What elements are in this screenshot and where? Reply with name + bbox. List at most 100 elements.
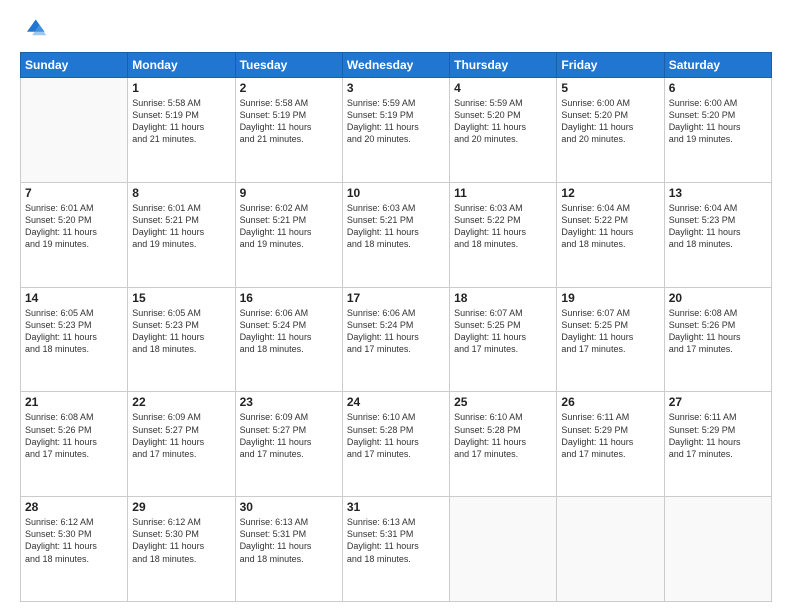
calendar-cell: 28 Sunrise: 6:12 AM Sunset: 5:30 PM Dayli… bbox=[21, 497, 128, 602]
calendar-cell bbox=[557, 497, 664, 602]
day-number: 13 bbox=[669, 186, 767, 200]
calendar-cell: 25 Sunrise: 6:10 AM Sunset: 5:28 PM Dayli… bbox=[450, 392, 557, 497]
calendar-table: SundayMondayTuesdayWednesdayThursdayFrid… bbox=[20, 52, 772, 602]
weekday-header: Monday bbox=[128, 53, 235, 78]
calendar-cell: 1Sunrise: 5:58 AM Sunset: 5:19 PM Daylig… bbox=[128, 78, 235, 183]
day-number: 29 bbox=[132, 500, 230, 514]
day-detail: Sunrise: 6:03 AM Sunset: 5:21 PM Dayligh… bbox=[347, 202, 445, 251]
calendar-week-row: 21 Sunrise: 6:08 AM Sunset: 5:26 PM Dayli… bbox=[21, 392, 772, 497]
calendar-cell bbox=[21, 78, 128, 183]
weekday-header: Thursday bbox=[450, 53, 557, 78]
weekday-header: Sunday bbox=[21, 53, 128, 78]
day-number: 16 bbox=[240, 291, 338, 305]
day-detail: Sunrise: 6:11 AM Sunset: 5:29 PM Dayligh… bbox=[561, 411, 659, 460]
calendar-cell: 14 Sunrise: 6:05 AM Sunset: 5:23 PM Dayli… bbox=[21, 287, 128, 392]
page: SundayMondayTuesdayWednesdayThursdayFrid… bbox=[0, 0, 792, 612]
day-number: 11 bbox=[454, 186, 552, 200]
day-detail: Sunrise: 6:04 AM Sunset: 5:22 PM Dayligh… bbox=[561, 202, 659, 251]
day-detail: Sunrise: 6:05 AM Sunset: 5:23 PM Dayligh… bbox=[132, 307, 230, 356]
day-number: 4 bbox=[454, 81, 552, 95]
calendar-cell: 23 Sunrise: 6:09 AM Sunset: 5:27 PM Dayli… bbox=[235, 392, 342, 497]
logo-icon bbox=[20, 16, 48, 44]
calendar-cell: 4 Sunrise: 5:59 AM Sunset: 5:20 PM Daylig… bbox=[450, 78, 557, 183]
day-detail: Sunrise: 6:04 AM Sunset: 5:23 PM Dayligh… bbox=[669, 202, 767, 251]
day-detail: Sunrise: 6:07 AM Sunset: 5:25 PM Dayligh… bbox=[561, 307, 659, 356]
day-detail: Sunrise: 6:01 AM Sunset: 5:20 PM Dayligh… bbox=[25, 202, 123, 251]
day-number: 22 bbox=[132, 395, 230, 409]
day-detail: Sunrise: 6:05 AM Sunset: 5:23 PM Dayligh… bbox=[25, 307, 123, 356]
day-number: 30 bbox=[240, 500, 338, 514]
day-number: 6 bbox=[669, 81, 767, 95]
calendar-cell: 29 Sunrise: 6:12 AM Sunset: 5:30 PM Dayli… bbox=[128, 497, 235, 602]
day-number: 26 bbox=[561, 395, 659, 409]
day-number: 2 bbox=[240, 81, 338, 95]
calendar-cell: 27Sunrise: 6:11 AM Sunset: 5:29 PM Dayli… bbox=[664, 392, 771, 497]
calendar-week-row: 7 Sunrise: 6:01 AM Sunset: 5:20 PM Daylig… bbox=[21, 182, 772, 287]
calendar-cell: 7 Sunrise: 6:01 AM Sunset: 5:20 PM Daylig… bbox=[21, 182, 128, 287]
day-detail: Sunrise: 6:08 AM Sunset: 5:26 PM Dayligh… bbox=[25, 411, 123, 460]
calendar-cell: 31 Sunrise: 6:13 AM Sunset: 5:31 PM Dayli… bbox=[342, 497, 449, 602]
calendar-cell: 13 Sunrise: 6:04 AM Sunset: 5:23 PM Dayli… bbox=[664, 182, 771, 287]
calendar-cell: 18Sunrise: 6:07 AM Sunset: 5:25 PM Dayli… bbox=[450, 287, 557, 392]
day-detail: Sunrise: 5:59 AM Sunset: 5:20 PM Dayligh… bbox=[454, 97, 552, 146]
calendar-cell: 24Sunrise: 6:10 AM Sunset: 5:28 PM Dayli… bbox=[342, 392, 449, 497]
day-number: 7 bbox=[25, 186, 123, 200]
calendar-cell: 30 Sunrise: 6:13 AM Sunset: 5:31 PM Dayli… bbox=[235, 497, 342, 602]
header bbox=[20, 16, 772, 44]
day-number: 1 bbox=[132, 81, 230, 95]
day-number: 18 bbox=[454, 291, 552, 305]
day-detail: Sunrise: 6:10 AM Sunset: 5:28 PM Dayligh… bbox=[454, 411, 552, 460]
calendar-cell bbox=[664, 497, 771, 602]
day-number: 19 bbox=[561, 291, 659, 305]
day-detail: Sunrise: 6:02 AM Sunset: 5:21 PM Dayligh… bbox=[240, 202, 338, 251]
day-detail: Sunrise: 6:09 AM Sunset: 5:27 PM Dayligh… bbox=[240, 411, 338, 460]
day-detail: Sunrise: 6:12 AM Sunset: 5:30 PM Dayligh… bbox=[132, 516, 230, 565]
calendar-cell: 5 Sunrise: 6:00 AM Sunset: 5:20 PM Daylig… bbox=[557, 78, 664, 183]
logo bbox=[20, 16, 52, 44]
day-number: 31 bbox=[347, 500, 445, 514]
calendar-cell: 17Sunrise: 6:06 AM Sunset: 5:24 PM Dayli… bbox=[342, 287, 449, 392]
calendar-cell: 15 Sunrise: 6:05 AM Sunset: 5:23 PM Dayli… bbox=[128, 287, 235, 392]
calendar-cell: 6 Sunrise: 6:00 AM Sunset: 5:20 PM Daylig… bbox=[664, 78, 771, 183]
weekday-header: Saturday bbox=[664, 53, 771, 78]
calendar-cell: 22Sunrise: 6:09 AM Sunset: 5:27 PM Dayli… bbox=[128, 392, 235, 497]
day-number: 10 bbox=[347, 186, 445, 200]
weekday-header: Tuesday bbox=[235, 53, 342, 78]
calendar-cell: 8 Sunrise: 6:01 AM Sunset: 5:21 PM Daylig… bbox=[128, 182, 235, 287]
day-detail: Sunrise: 6:12 AM Sunset: 5:30 PM Dayligh… bbox=[25, 516, 123, 565]
day-number: 15 bbox=[132, 291, 230, 305]
day-detail: Sunrise: 6:06 AM Sunset: 5:24 PM Dayligh… bbox=[347, 307, 445, 356]
day-number: 14 bbox=[25, 291, 123, 305]
calendar-cell: 3 Sunrise: 5:59 AM Sunset: 5:19 PM Daylig… bbox=[342, 78, 449, 183]
day-detail: Sunrise: 6:08 AM Sunset: 5:26 PM Dayligh… bbox=[669, 307, 767, 356]
day-number: 8 bbox=[132, 186, 230, 200]
day-number: 23 bbox=[240, 395, 338, 409]
day-detail: Sunrise: 5:58 AM Sunset: 5:19 PM Dayligh… bbox=[240, 97, 338, 146]
calendar-cell: 26 Sunrise: 6:11 AM Sunset: 5:29 PM Dayli… bbox=[557, 392, 664, 497]
weekday-header: Friday bbox=[557, 53, 664, 78]
calendar-cell: 20 Sunrise: 6:08 AM Sunset: 5:26 PM Dayli… bbox=[664, 287, 771, 392]
calendar-week-row: 28 Sunrise: 6:12 AM Sunset: 5:30 PM Dayli… bbox=[21, 497, 772, 602]
calendar-week-row: 14 Sunrise: 6:05 AM Sunset: 5:23 PM Dayli… bbox=[21, 287, 772, 392]
day-number: 12 bbox=[561, 186, 659, 200]
day-detail: Sunrise: 6:10 AM Sunset: 5:28 PM Dayligh… bbox=[347, 411, 445, 460]
day-detail: Sunrise: 6:11 AM Sunset: 5:29 PM Dayligh… bbox=[669, 411, 767, 460]
day-detail: Sunrise: 6:13 AM Sunset: 5:31 PM Dayligh… bbox=[240, 516, 338, 565]
calendar-cell: 10 Sunrise: 6:03 AM Sunset: 5:21 PM Dayli… bbox=[342, 182, 449, 287]
day-detail: Sunrise: 6:13 AM Sunset: 5:31 PM Dayligh… bbox=[347, 516, 445, 565]
day-number: 3 bbox=[347, 81, 445, 95]
calendar-cell: 19 Sunrise: 6:07 AM Sunset: 5:25 PM Dayli… bbox=[557, 287, 664, 392]
day-detail: Sunrise: 6:00 AM Sunset: 5:20 PM Dayligh… bbox=[561, 97, 659, 146]
day-detail: Sunrise: 6:01 AM Sunset: 5:21 PM Dayligh… bbox=[132, 202, 230, 251]
calendar-cell: 2 Sunrise: 5:58 AM Sunset: 5:19 PM Daylig… bbox=[235, 78, 342, 183]
day-number: 28 bbox=[25, 500, 123, 514]
day-number: 20 bbox=[669, 291, 767, 305]
calendar-cell: 21 Sunrise: 6:08 AM Sunset: 5:26 PM Dayli… bbox=[21, 392, 128, 497]
calendar-cell: 11Sunrise: 6:03 AM Sunset: 5:22 PM Dayli… bbox=[450, 182, 557, 287]
day-number: 5 bbox=[561, 81, 659, 95]
day-detail: Sunrise: 6:00 AM Sunset: 5:20 PM Dayligh… bbox=[669, 97, 767, 146]
day-detail: Sunrise: 5:59 AM Sunset: 5:19 PM Dayligh… bbox=[347, 97, 445, 146]
day-number: 25 bbox=[454, 395, 552, 409]
weekday-header: Wednesday bbox=[342, 53, 449, 78]
day-number: 21 bbox=[25, 395, 123, 409]
